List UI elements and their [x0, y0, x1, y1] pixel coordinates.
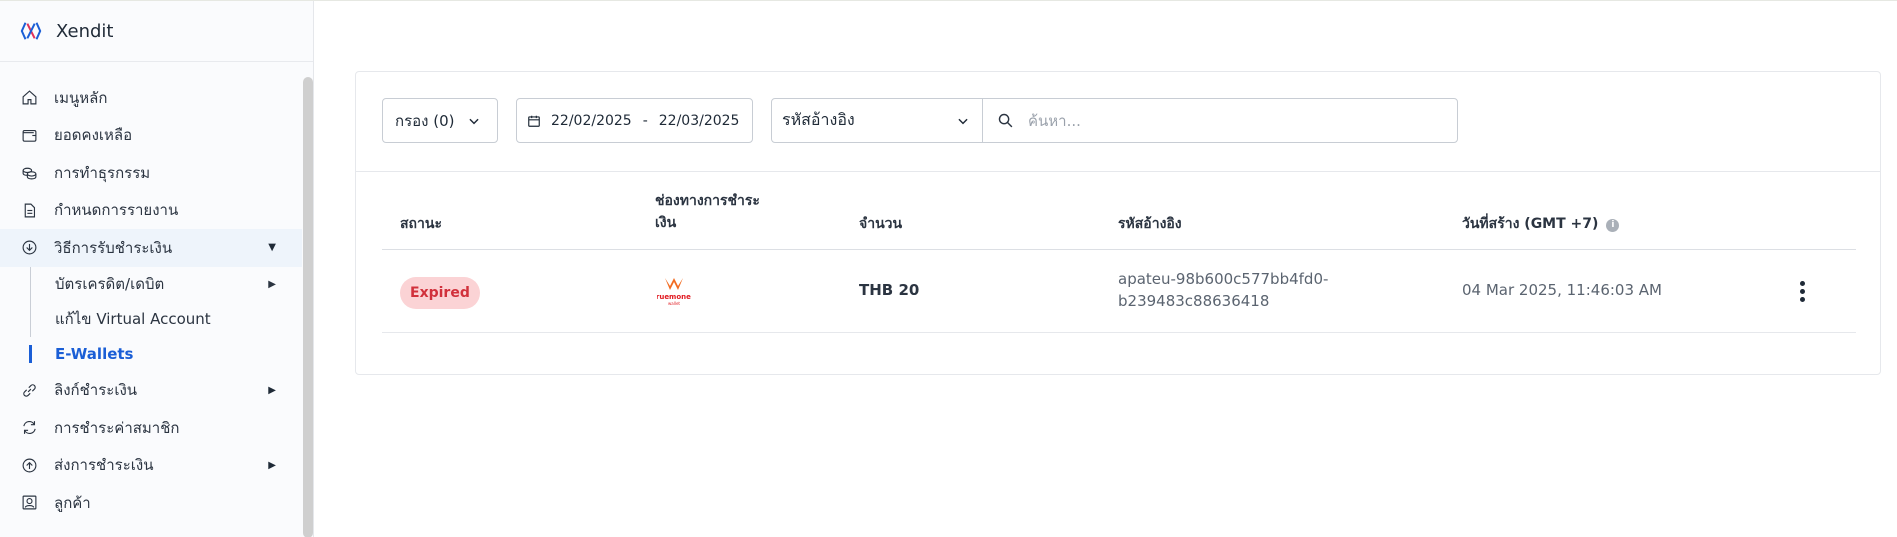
- sidebar-subitem-label: E-Wallets: [55, 345, 134, 363]
- header-channel-line2: เงิน: [655, 215, 677, 231]
- sidebar-item-customers[interactable]: ลูกค้า: [0, 484, 302, 522]
- search-field-select[interactable]: รหัสอ้างอิง: [771, 98, 983, 143]
- header-status: สถานะ: [400, 216, 442, 232]
- brand-name: Xendit: [56, 20, 114, 42]
- sidebar-item-label: การชำระค่าสมาชิก: [54, 418, 180, 437]
- sidebar-submenu: บัตรเครดิต/เดบิต ▶ แก้ไข Virtual Account…: [0, 266, 302, 372]
- sidebar-subitem-ewallets[interactable]: E-Wallets: [0, 337, 302, 372]
- sidebar-item-report-schedule[interactable]: กำหนดการรายงาน: [0, 192, 302, 230]
- sidebar-item-label: เมนูหลัก: [54, 88, 108, 107]
- refresh-icon: [20, 419, 38, 437]
- home-icon: [20, 89, 38, 107]
- search-field-value: รหัสอ้างอิง: [782, 110, 855, 129]
- sidebar-nav: เมนูหลัก ยอดคงเหลือ การทำธุรกรรม กำหนดกา…: [0, 79, 302, 522]
- caret-down-icon: ▼: [268, 242, 276, 254]
- search-icon: [998, 113, 1013, 128]
- arrow-up-circle-icon: [20, 456, 38, 474]
- sidebar-subitem-label: บัตรเครดิต/เดบิต: [55, 275, 165, 293]
- info-icon[interactable]: i: [1606, 219, 1620, 232]
- sidebar-item-label: ยอดคงเหลือ: [54, 126, 133, 145]
- sidebar-item-label: วิธีการรับชำระเงิน: [54, 238, 173, 257]
- document-icon: [20, 201, 38, 219]
- sidebar-item-home[interactable]: เมนูหลัก: [0, 79, 302, 117]
- coins-icon: [20, 164, 38, 182]
- created-cell: 04 Mar 2025, 11:46:03 AM: [1462, 281, 1662, 299]
- status-badge: Expired: [400, 277, 480, 309]
- sidebar-item-balance[interactable]: ยอดคงเหลือ: [0, 117, 302, 155]
- date-separator: -: [642, 112, 648, 129]
- truemoney-wallet-logo-icon: truemoney wallet: [657, 278, 691, 306]
- sidebar-item-label: กำหนดการรายงาน: [54, 201, 179, 220]
- truemoney-logo-subtext: wallet: [668, 301, 680, 306]
- arrow-down-circle-icon: [20, 239, 38, 257]
- amount-cell: THB 20: [859, 281, 920, 299]
- sidebar-item-label: ส่งการชำระเงิน: [54, 456, 154, 475]
- sidebar-item-label: การทำธุรกรรม: [54, 163, 151, 182]
- sidebar: Xendit เมนูหลัก ยอดคงเหลือ การทำธุรกรรม …: [0, 1, 314, 537]
- caret-right-icon: ▶: [268, 459, 276, 471]
- date-to: 22/03/2025: [658, 112, 740, 129]
- chevron-down-icon: [958, 118, 968, 124]
- sidebar-item-payment-methods[interactable]: วิธีการรับชำระเงิน ▼: [0, 229, 302, 267]
- header-created: วันที่สร้าง (GMT +7) i: [1462, 213, 1620, 235]
- caret-right-icon: ▶: [268, 384, 276, 396]
- sidebar-item-payment-links[interactable]: ลิงก์ชำระเงิน ▶: [0, 372, 302, 410]
- sidebar-subitem-label: แก้ไข Virtual Account: [55, 310, 211, 328]
- caret-right-icon: ▶: [268, 278, 276, 290]
- sidebar-item-payouts[interactable]: ส่งการชำระเงิน ▶: [0, 447, 302, 485]
- header-channel-line1: ช่องทางการชำระ: [655, 193, 760, 209]
- calendar-icon: [528, 115, 540, 127]
- search-box: [982, 98, 1458, 143]
- filter-button[interactable]: กรอง (0): [382, 98, 498, 143]
- link-icon: [20, 381, 38, 399]
- filter-toolbar: กรอง (0) 22/02/2025 - 22/03/2025 รหัสอ้า…: [356, 72, 1880, 172]
- search-input[interactable]: [1028, 111, 1428, 130]
- sidebar-subitem-virtual-account[interactable]: แก้ไข Virtual Account: [0, 302, 302, 337]
- wallet-icon: [20, 126, 38, 144]
- reference-line1: apateu-98b600c577bb4fd0-: [1118, 270, 1329, 288]
- table-header: สถานะ ช่องทางการชำระ เงิน จำนวน รหัสอ้าง…: [382, 173, 1856, 250]
- brand-header[interactable]: Xendit: [0, 1, 313, 62]
- chevron-down-icon: [468, 118, 479, 124]
- header-reference: รหัสอ้างอิง: [1118, 216, 1182, 232]
- header-channel: ช่องทางการชำระ เงิน: [655, 190, 760, 234]
- sidebar-item-transactions[interactable]: การทำธุรกรรม: [0, 154, 302, 192]
- date-range-picker[interactable]: 22/02/2025 - 22/03/2025: [516, 98, 753, 143]
- header-created-label: วันที่สร้าง (GMT +7): [1462, 216, 1599, 232]
- sidebar-scrollbar[interactable]: [303, 77, 313, 537]
- sidebar-item-label: ลูกค้า: [54, 493, 91, 512]
- row-actions-icon[interactable]: [1800, 281, 1806, 303]
- xendit-logo-icon: [20, 22, 42, 40]
- reference-cell[interactable]: apateu-98b600c577bb4fd0- b239483c8863641…: [1118, 268, 1328, 312]
- table-row[interactable]: Expired truemoney wallet THB 20 apateu-9…: [382, 251, 1856, 333]
- header-amount: จำนวน: [859, 216, 903, 232]
- sidebar-item-subscriptions[interactable]: การชำระค่าสมาชิก: [0, 409, 302, 447]
- reference-line2: b239483c88636418: [1118, 292, 1270, 310]
- filter-label: กรอง (0): [395, 111, 455, 130]
- user-square-icon: [20, 494, 38, 512]
- sidebar-item-label: ลิงก์ชำระเงิน: [54, 381, 138, 400]
- truemoney-logo-text: truemoney: [657, 293, 691, 301]
- date-from: 22/02/2025: [551, 112, 632, 129]
- sidebar-subitem-cards[interactable]: บัตรเครดิต/เดบิต ▶: [0, 267, 302, 302]
- ewallet-transactions-card: กรอง (0) 22/02/2025 - 22/03/2025 รหัสอ้า…: [355, 71, 1881, 375]
